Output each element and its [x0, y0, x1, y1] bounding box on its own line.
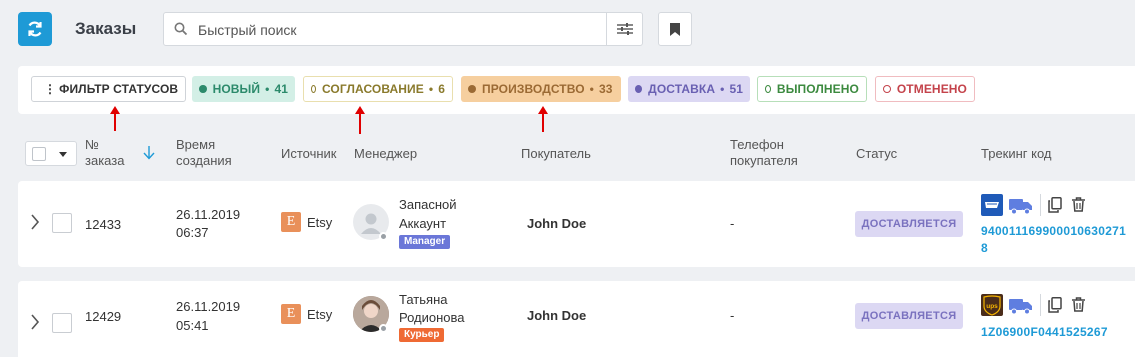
usps-icon — [981, 194, 1003, 216]
select-all-dropdown[interactable] — [25, 141, 77, 166]
bookmark-button[interactable] — [658, 12, 692, 46]
more-vertical-icon: ⋮ — [44, 82, 57, 96]
status-chip-label: ОТМЕНЕНО — [896, 82, 967, 96]
truck-icon — [1009, 199, 1032, 215]
tracking-link[interactable]: 9400111699000106302718 — [981, 223, 1131, 257]
status-badge[interactable]: ДОСТАВЛЯЕТСЯ — [855, 303, 963, 329]
created-date: 26.11.2019 — [176, 299, 241, 314]
col-phone[interactable]: Телефон покупателя — [730, 137, 798, 169]
status-chip-label: ВЫПОЛНЕНО — [776, 82, 859, 96]
status-chip-sep: • — [589, 82, 594, 96]
trash-icon[interactable] — [1072, 297, 1085, 312]
annotation-arrow — [538, 106, 548, 132]
search-settings-button[interactable] — [606, 13, 642, 45]
status-chip-production[interactable]: ПРОИЗВОДСТВО • 33 — [461, 76, 621, 102]
status-chip-label: ДОСТАВКА — [648, 82, 716, 96]
row-checkbox[interactable] — [52, 313, 72, 333]
page-title: Заказы — [75, 19, 137, 38]
col-manager[interactable]: Менеджер — [354, 146, 417, 162]
col-created[interactable]: Время создания — [176, 137, 232, 169]
buyer-phone: - — [730, 216, 735, 231]
sliders-icon — [616, 23, 633, 35]
created-time: 06:37 — [176, 225, 209, 240]
caret-down-icon — [59, 152, 67, 157]
status-chip-sep: • — [265, 82, 270, 96]
status-chip-sep: • — [720, 82, 725, 96]
copy-icon[interactable] — [1048, 297, 1062, 313]
source-name: Etsy — [307, 215, 333, 230]
created-time: 05:41 — [176, 318, 209, 333]
order-number[interactable]: 12429 — [85, 307, 121, 326]
status-chip-new[interactable]: НОВЫЙ • 41 — [192, 76, 295, 102]
hollow-dot-icon — [883, 85, 891, 93]
search-input[interactable]: Быстрый поиск — [198, 22, 297, 38]
hollow-dot-icon — [765, 85, 771, 93]
etsy-icon: E — [281, 304, 301, 324]
refresh-button[interactable] — [18, 12, 52, 46]
role-badge: Manager — [399, 235, 451, 249]
status-filter-label: ФИЛЬТР СТАТУСОВ — [59, 82, 179, 96]
hollow-dot-icon — [311, 85, 316, 93]
status-chip-count: 51 — [729, 82, 743, 96]
buyer-link[interactable]: John Doe — [527, 306, 586, 325]
truck-icon — [1009, 299, 1032, 315]
chevron-right-icon[interactable] — [30, 214, 40, 230]
manager-name-line1: Татьяна — [399, 292, 448, 307]
etsy-icon: E — [281, 212, 301, 232]
manager-name-line1: Запасной — [399, 197, 457, 212]
buyer-phone: - — [730, 308, 735, 323]
status-chip-label: ПРОИЗВОДСТВО — [482, 82, 585, 96]
row-checkbox[interactable] — [52, 213, 72, 233]
col-source[interactable]: Источник — [281, 146, 337, 162]
presence-dot — [379, 324, 388, 333]
tracking-link[interactable]: 1Z06900F0441525267 — [981, 324, 1131, 341]
status-chip-sep: • — [428, 82, 434, 96]
manager-name-line2: Родионова — [399, 310, 465, 325]
role-badge: Курьер — [399, 328, 445, 342]
status-chip-count: 6 — [438, 82, 445, 96]
col-status[interactable]: Статус — [856, 146, 897, 162]
status-chip-count: 41 — [274, 82, 288, 96]
presence-dot — [379, 232, 388, 241]
created-date: 26.11.2019 — [176, 207, 241, 222]
source-name: Etsy — [307, 307, 333, 322]
bookmark-icon — [670, 22, 680, 36]
status-filter-button[interactable]: ⋮ ФИЛЬТР СТАТУСОВ — [31, 76, 186, 102]
filled-dot-icon — [635, 85, 643, 93]
annotation-arrow — [110, 106, 120, 131]
search-icon — [174, 22, 188, 36]
status-badge[interactable]: ДОСТАВЛЯЕТСЯ — [855, 211, 963, 237]
table-row[interactable]: 12429 26.11.2019 05:41 E Etsy Татьяна Ро… — [18, 281, 1135, 357]
status-chip-label: НОВЫЙ — [212, 82, 261, 96]
svg-text:ups: ups — [986, 303, 998, 310]
divider — [1040, 294, 1041, 316]
annotation-arrow — [355, 106, 365, 134]
copy-icon[interactable] — [1048, 197, 1062, 213]
status-chip-agreement[interactable]: СОГЛАСОВАНИЕ • 6 — [303, 76, 453, 102]
status-filter-panel: ⋮ ФИЛЬТР СТАТУСОВ НОВЫЙ • 41 СОГЛАСОВАНИ… — [18, 66, 1135, 114]
buyer-link[interactable]: John Doe — [527, 214, 586, 233]
sort-arrow-down-icon[interactable] — [143, 146, 155, 160]
status-chip-cancelled[interactable]: ОТМЕНЕНО — [875, 76, 975, 102]
filled-dot-icon — [468, 85, 476, 93]
refresh-icon — [28, 21, 42, 37]
col-buyer[interactable]: Покупатель — [521, 146, 591, 162]
status-chip-delivery[interactable]: ДОСТАВКА • 51 — [628, 76, 750, 102]
order-number[interactable]: 12433 — [85, 215, 121, 234]
trash-icon[interactable] — [1072, 197, 1085, 212]
status-chip-count: 33 — [598, 82, 613, 96]
status-chip-completed[interactable]: ВЫПОЛНЕНО — [757, 76, 867, 102]
search-bar[interactable]: Быстрый поиск — [163, 12, 643, 46]
filled-dot-icon — [199, 85, 207, 93]
chevron-right-icon[interactable] — [30, 314, 40, 330]
ups-icon: ups — [981, 294, 1003, 316]
divider — [1040, 194, 1041, 216]
manager-name-line2: Аккаунт — [399, 216, 447, 231]
select-all-checkbox[interactable] — [32, 147, 46, 161]
col-tracking[interactable]: Трекинг код — [981, 146, 1052, 162]
status-chip-label: СОГЛАСОВАНИЕ — [321, 82, 424, 96]
table-row[interactable]: 12433 26.11.2019 06:37 E Etsy Запасной А… — [18, 181, 1135, 267]
col-order-no[interactable]: № заказа — [85, 137, 124, 169]
